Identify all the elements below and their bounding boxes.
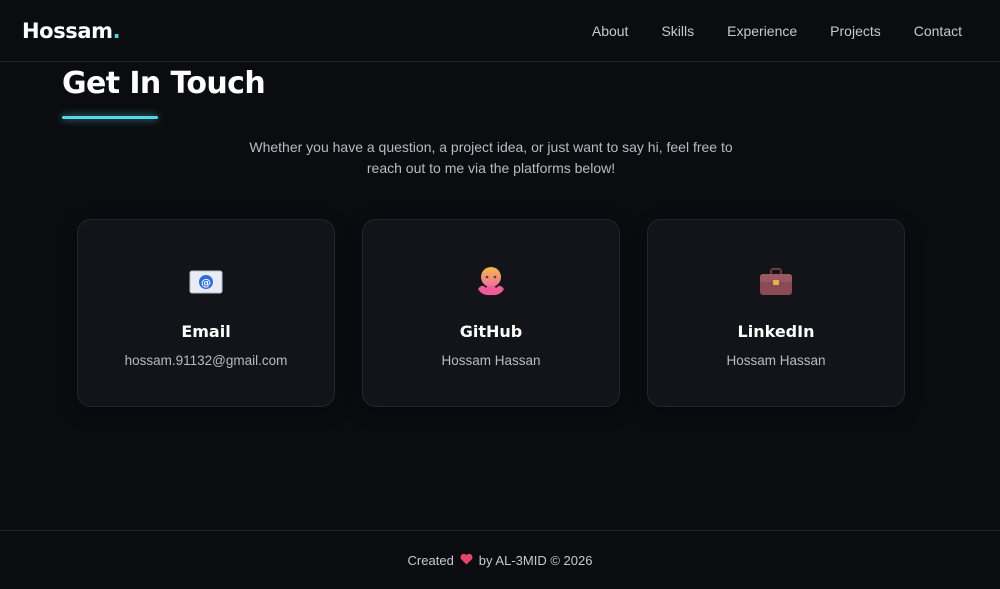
svg-text:@: @ — [201, 278, 211, 289]
section-intro: Whether you have a question, a project i… — [249, 139, 733, 176]
logo-dot: . — [112, 18, 121, 43]
email-envelope-icon: @ — [186, 264, 226, 300]
nav-link-experience[interactable]: Experience — [727, 23, 797, 39]
contact-cards: @ Email hossam.91132@gmail.com GitHub Ho… — [77, 219, 905, 407]
nav-link-contact[interactable]: Contact — [914, 23, 962, 39]
title-underline — [62, 116, 158, 119]
nav-link-skills[interactable]: Skills — [661, 23, 694, 39]
navbar: Hossam. About Skills Experience Projects… — [0, 0, 1000, 62]
linkedin-card-title: LinkedIn — [737, 322, 815, 341]
section-title: Get In Touch — [62, 66, 266, 101]
heart-icon — [460, 553, 473, 568]
nav-link-projects[interactable]: Projects — [830, 23, 881, 39]
footer-prefix: Created — [407, 552, 454, 568]
github-card-value: Hossam Hassan — [441, 353, 541, 368]
linkedin-card-value: Hossam Hassan — [726, 353, 826, 368]
email-card-value: hossam.91132@gmail.com — [124, 353, 288, 368]
octopus-icon — [471, 264, 511, 300]
footer-suffix: by AL-3MID © 2026 — [478, 552, 593, 568]
email-card[interactable]: @ Email hossam.91132@gmail.com — [77, 219, 335, 407]
linkedin-card[interactable]: LinkedIn Hossam Hassan — [647, 219, 905, 407]
email-card-title: Email — [181, 322, 231, 341]
nav-links: About Skills Experience Projects Contact — [592, 23, 962, 39]
logo[interactable]: Hossam. — [22, 18, 121, 43]
nav-link-about[interactable]: About — [592, 23, 629, 39]
github-card[interactable]: GitHub Hossam Hassan — [362, 219, 620, 407]
footer: Created by AL-3MID © 2026 — [0, 530, 1000, 589]
github-card-title: GitHub — [459, 322, 523, 341]
briefcase-icon — [756, 264, 796, 300]
logo-text: Hossam — [22, 18, 113, 43]
